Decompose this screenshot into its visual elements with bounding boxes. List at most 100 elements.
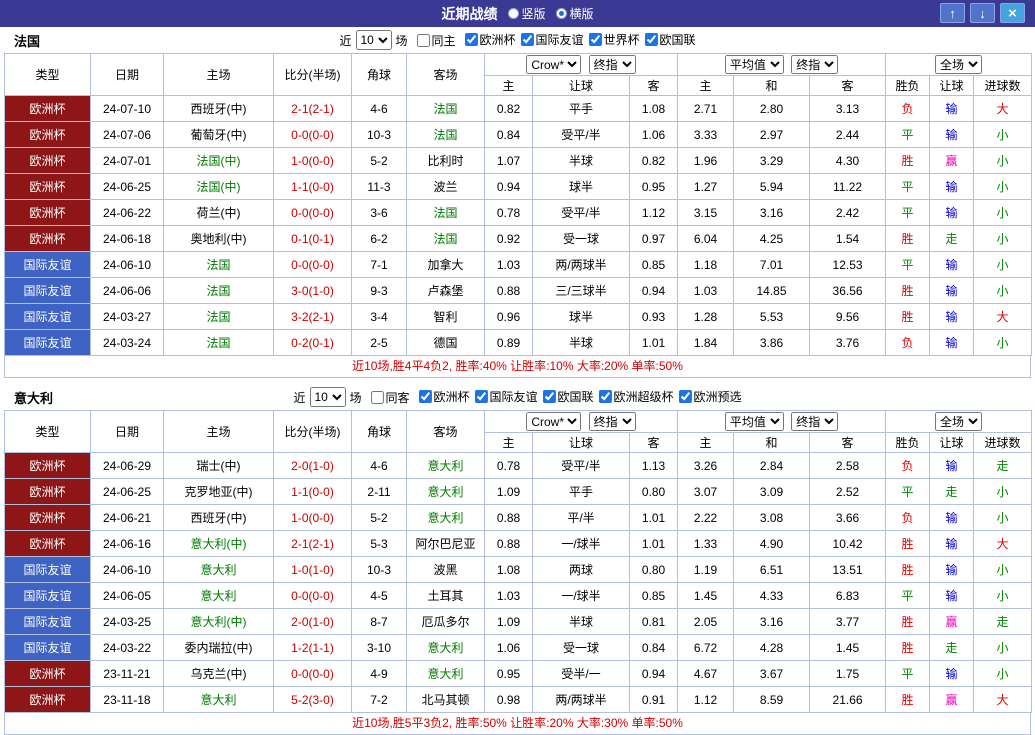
league-filter[interactable]: 国际友谊 (475, 388, 538, 405)
match-row: 国际友谊24-03-25意大利(中)2-0(1-0)8-7厄瓜多尔1.09半球0… (5, 609, 1032, 635)
col-header-type: 类型 (5, 54, 91, 96)
league-filter[interactable]: 欧洲杯 (418, 388, 469, 405)
up-arrow-icon: ↑ (949, 6, 956, 21)
avg-draw-odds-cell: 3.67 (734, 661, 810, 687)
league-checkbox[interactable] (418, 390, 431, 403)
title-group: 近期战绩 竖版 横版 (441, 0, 593, 27)
corner-cell: 3-4 (352, 304, 407, 330)
avg-odds-select[interactable]: 平均值 (725, 55, 784, 74)
odds-company-select[interactable]: Crow* (526, 55, 581, 74)
away-team-cell: 卢森堡 (407, 278, 485, 304)
scope-select[interactable]: 全场 (935, 55, 982, 74)
asian-away-odds-cell: 0.94 (630, 661, 678, 687)
near-label: 近 (339, 32, 351, 49)
league-checkbox[interactable] (521, 33, 534, 46)
avg-draw-odds-cell: 6.51 (734, 557, 810, 583)
avg-odds-select[interactable]: 平均值 (725, 412, 784, 431)
match-type-cell: 欧洲杯 (5, 122, 91, 148)
recent-count-select[interactable]: 10 (309, 387, 345, 407)
league-checkbox[interactable] (589, 33, 602, 46)
league-filter[interactable]: 欧洲杯 (464, 31, 515, 48)
date-cell: 24-06-21 (91, 505, 164, 531)
league-checkbox[interactable] (475, 390, 488, 403)
match-type-cell: 欧洲杯 (5, 453, 91, 479)
radio-icon[interactable] (507, 8, 518, 19)
col-header-goals: 进球数 (974, 433, 1032, 453)
handicap-cell: 受一球 (533, 226, 630, 252)
avg-away-odds-cell: 2.58 (810, 453, 886, 479)
handicap-cell: 两/两球半 (533, 252, 630, 278)
score-cell: 2-0(1-0) (274, 453, 352, 479)
league-checkbox[interactable] (645, 33, 658, 46)
summary-row: 近10场,胜5平3负2, 胜率:50% 让胜率:20% 大率:30% 单率:50… (4, 713, 1031, 735)
goals-result-cell: 小 (974, 252, 1032, 278)
col-header-result: 胜负 (886, 76, 930, 96)
match-row: 国际友谊24-03-27法国3-2(2-1)3-4智利0.96球半0.931.2… (5, 304, 1032, 330)
result-cell: 胜 (886, 687, 930, 713)
corner-cell: 4-9 (352, 661, 407, 687)
avg-draw-odds-cell: 3.08 (734, 505, 810, 531)
away-team-cell: 意大利 (407, 505, 485, 531)
handicap-result-cell: 赢 (930, 687, 974, 713)
league-checkbox[interactable] (464, 33, 477, 46)
final-odds-select[interactable]: 终指 (589, 412, 636, 431)
asian-away-odds-cell: 1.12 (630, 200, 678, 226)
league-filter[interactable]: 欧国联 (543, 388, 594, 405)
handicap-result-cell: 赢 (930, 148, 974, 174)
goals-result-cell: 小 (974, 330, 1032, 356)
col-header-asian-away: 客 (630, 433, 678, 453)
league-filter[interactable]: 欧洲超级杯 (599, 388, 674, 405)
same-venue-label: 同客 (385, 389, 409, 406)
same-venue-filter[interactable]: 同客 (370, 389, 409, 406)
move-up-button[interactable]: ↑ (940, 3, 965, 23)
layout-radio-vertical[interactable]: 竖版 (507, 5, 545, 22)
handicap-result-cell: 输 (930, 661, 974, 687)
asian-away-odds-cell: 0.95 (630, 174, 678, 200)
asian-away-odds-cell: 1.08 (630, 96, 678, 122)
home-team-cell: 委内瑞拉(中) (164, 635, 274, 661)
move-down-button[interactable]: ↓ (970, 3, 995, 23)
asian-away-odds-cell: 0.85 (630, 252, 678, 278)
date-cell: 23-11-21 (91, 661, 164, 687)
date-cell: 23-11-18 (91, 687, 164, 713)
league-filter-group: 欧洲杯国际友谊欧国联欧洲超级杯欧洲预选 (413, 388, 741, 406)
league-checkbox[interactable] (543, 390, 556, 403)
league-filter[interactable]: 国际友谊 (521, 31, 584, 48)
avg-away-odds-cell: 11.22 (810, 174, 886, 200)
asian-home-odds-cell: 0.78 (485, 200, 533, 226)
away-team-cell: 加拿大 (407, 252, 485, 278)
league-filter[interactable]: 欧洲预选 (679, 388, 742, 405)
avg-final-odds-select[interactable]: 终指 (791, 55, 838, 74)
league-filter[interactable]: 世界杯 (589, 31, 640, 48)
col-header-avg-home: 主 (678, 433, 734, 453)
score-cell: 0-0(0-0) (274, 661, 352, 687)
same-venue-checkbox[interactable] (370, 391, 383, 404)
close-button[interactable]: × (1000, 3, 1025, 23)
home-team-cell: 法国 (164, 278, 274, 304)
avg-away-odds-cell: 3.66 (810, 505, 886, 531)
avg-away-odds-cell: 10.42 (810, 531, 886, 557)
handicap-cell: 球半 (533, 304, 630, 330)
score-cell: 0-0(0-0) (274, 200, 352, 226)
league-checkbox[interactable] (599, 390, 612, 403)
near-label: 近 (293, 389, 305, 406)
odds-company-select[interactable]: Crow* (526, 412, 581, 431)
layout-radio-horizontal[interactable]: 横版 (556, 5, 594, 22)
asian-away-odds-cell: 0.97 (630, 226, 678, 252)
scope-select[interactable]: 全场 (935, 412, 982, 431)
handicap-cell: 受半/一 (533, 661, 630, 687)
final-odds-select[interactable]: 终指 (589, 55, 636, 74)
same-venue-checkbox[interactable] (416, 34, 429, 47)
radio-icon[interactable] (556, 8, 567, 19)
league-checkbox[interactable] (679, 390, 692, 403)
league-filter[interactable]: 欧国联 (645, 31, 696, 48)
league-label: 欧洲杯 (479, 31, 515, 48)
asian-home-odds-cell: 0.98 (485, 687, 533, 713)
handicap-result-cell: 输 (930, 505, 974, 531)
avg-final-odds-select[interactable]: 终指 (791, 412, 838, 431)
same-venue-filter[interactable]: 同主 (416, 32, 455, 49)
score-cell: 2-1(2-1) (274, 96, 352, 122)
recent-count-select[interactable]: 10 (355, 30, 391, 50)
avg-away-odds-cell: 2.52 (810, 479, 886, 505)
col-header-result: 胜负 (886, 433, 930, 453)
